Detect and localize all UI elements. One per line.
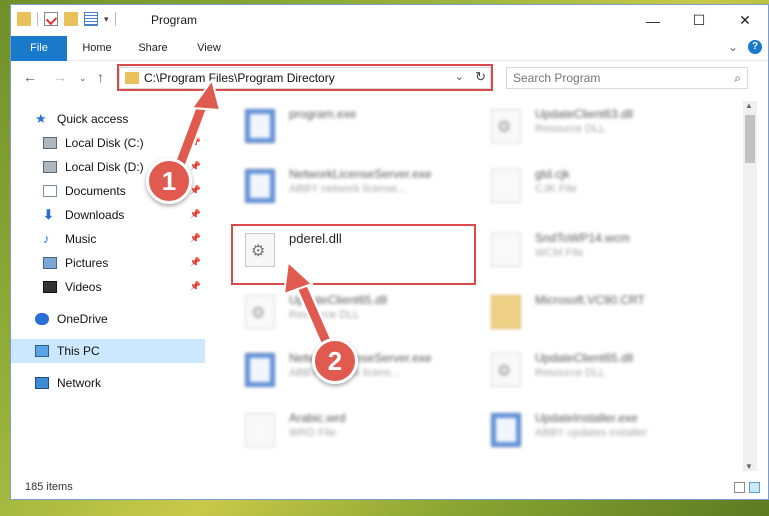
callout-step-2: 2: [312, 338, 358, 384]
callout-step-1: 1: [146, 158, 192, 204]
tutorial-arrows: [171, 77, 335, 353]
arrow-to-file: [282, 259, 335, 353]
arrow-to-address-bar: [171, 77, 222, 177]
